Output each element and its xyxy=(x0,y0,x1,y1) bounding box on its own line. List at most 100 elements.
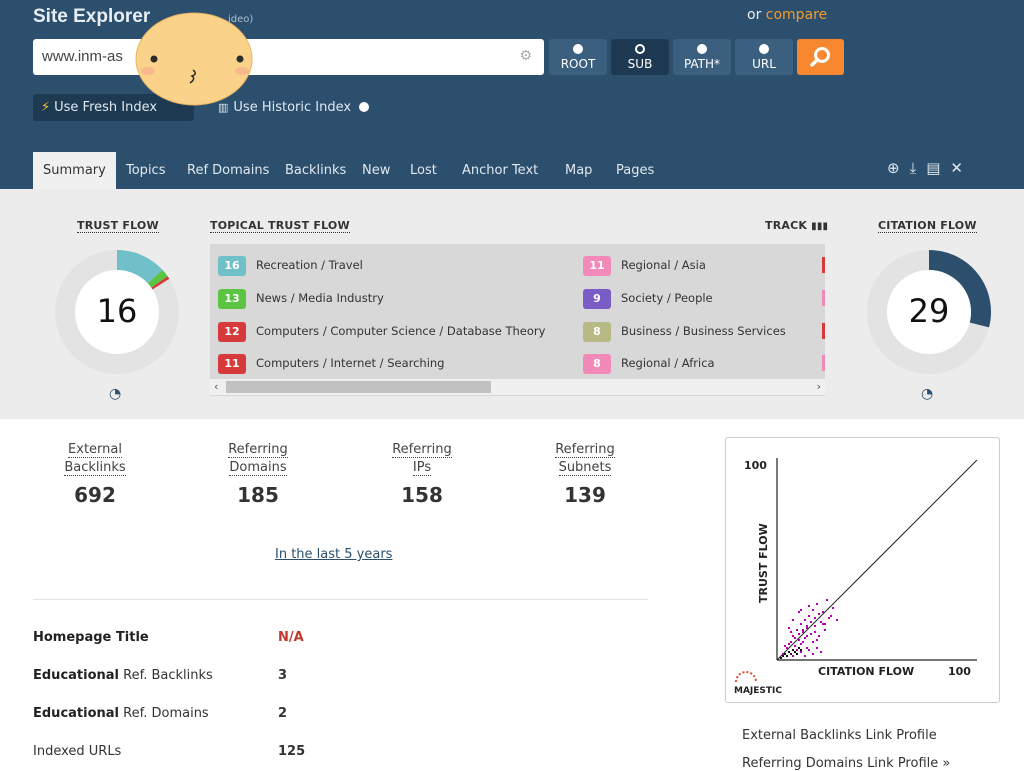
scope-root-button[interactable]: ROOT xyxy=(549,39,607,75)
scatter-point xyxy=(790,641,792,643)
gear-icon[interactable]: ⚙ xyxy=(519,48,532,64)
scatter-point xyxy=(786,655,788,657)
radio-icon xyxy=(359,102,370,112)
horizontal-scrollbar[interactable]: ‹ › xyxy=(210,379,825,395)
report-icon[interactable]: ▤ xyxy=(926,159,940,177)
y-tick-label: 100 xyxy=(744,459,767,472)
page-title: Site Explorer xyxy=(33,6,151,27)
scatter-point xyxy=(812,653,814,655)
track-label[interactable]: TRACK ▮▮▮ xyxy=(765,219,828,232)
tab-anchor-text[interactable]: Anchor Text xyxy=(462,152,538,189)
scatter-point xyxy=(780,657,782,659)
history-icon[interactable]: ◔ xyxy=(921,386,933,402)
stat-referring-ips[interactable]: Referring IPs 158 xyxy=(367,441,477,507)
scatter-point xyxy=(798,611,800,613)
topic-name: Society / People xyxy=(621,291,713,305)
flow-metrics-scatter: 100 100 CITATION FLOW TRUST FLOW MAJESTI… xyxy=(734,458,978,696)
topic-item[interactable]: 11 Computers / Internet / Searching xyxy=(218,353,445,374)
site-explorer-header: Site Explorer ideo) or compare www.inm-a… xyxy=(0,0,1024,189)
tab-ref-domains[interactable]: Ref Domains xyxy=(187,152,269,189)
tab-map[interactable]: Map xyxy=(565,152,592,189)
topic-overflow-marker xyxy=(822,290,825,306)
scatter-point xyxy=(816,647,818,649)
scroll-left-icon[interactable]: ‹ xyxy=(214,380,218,393)
stat-label-line1: External xyxy=(68,442,122,458)
tools-icon[interactable]: ✕ xyxy=(950,159,963,177)
track-text: TRACK xyxy=(765,219,808,232)
scatter-point xyxy=(830,615,832,617)
topic-item[interactable]: 13 News / Media Industry xyxy=(218,288,384,309)
tab-new[interactable]: New xyxy=(362,152,390,189)
scope-label: ROOT xyxy=(560,57,596,71)
trust-flow-label[interactable]: TRUST FLOW xyxy=(77,219,159,233)
topical-trust-flow-list: 16 Recreation / Travel 13 News / Media Ind… xyxy=(210,244,825,396)
info-row-indexed-urls: Indexed URLs xyxy=(33,744,121,759)
or-text: or xyxy=(747,7,766,23)
scatter-point xyxy=(796,629,798,631)
scope-sub-button[interactable]: SUB xyxy=(611,39,669,75)
stat-referring-domains[interactable]: Referring Domains 185 xyxy=(203,441,313,507)
scatter-point xyxy=(814,625,816,627)
info-row-edu-backlinks: Educational Ref. Backlinks xyxy=(33,668,213,683)
tab-lost[interactable]: Lost xyxy=(410,152,437,189)
search-value[interactable]: www.inm-as xyxy=(42,48,123,65)
topic-score: 9 xyxy=(583,289,611,309)
scroll-right-icon[interactable]: › xyxy=(817,380,821,393)
topic-item[interactable]: 8 Business / Business Services xyxy=(583,321,786,342)
history-icon[interactable]: ◔ xyxy=(109,386,121,402)
topic-score: 8 xyxy=(583,322,611,342)
scatter-point xyxy=(796,649,798,651)
stat-label: External Backlinks xyxy=(40,441,150,477)
external-backlinks-profile-link[interactable]: External Backlinks Link Profile xyxy=(742,728,937,743)
stat-label-line2: Domains xyxy=(229,460,287,476)
topic-name: Regional / Asia xyxy=(621,258,706,272)
topical-trust-flow-label[interactable]: TOPICAL TRUST FLOW xyxy=(210,219,350,233)
scope-url-button[interactable]: URL xyxy=(735,39,793,75)
info-value: N/A xyxy=(278,630,304,645)
stat-external-backlinks[interactable]: External Backlinks 692 xyxy=(40,441,150,507)
topic-item[interactable]: 8 Regional / Africa xyxy=(583,353,715,374)
trust-flow-value: 16 xyxy=(96,292,138,330)
tab-backlinks[interactable]: Backlinks xyxy=(285,152,346,189)
flow-metrics-chart[interactable]: 100 100 CITATION FLOW TRUST FLOW MAJESTI… xyxy=(725,437,1000,703)
tab-topics[interactable]: Topics xyxy=(126,152,165,189)
topic-item[interactable]: 12 Computers / Computer Science / Databas… xyxy=(218,321,545,342)
tab-pages[interactable]: Pages xyxy=(616,152,654,189)
topic-item[interactable]: 11 Regional / Asia xyxy=(583,255,706,276)
search-input[interactable]: www.inm-as ⚙ xyxy=(33,39,544,75)
topic-item[interactable]: 9 Society / People xyxy=(583,288,713,309)
tab-summary[interactable]: Summary xyxy=(33,152,116,189)
citation-flow-label[interactable]: CITATION FLOW xyxy=(878,219,977,233)
info-label-bold: Homepage Title xyxy=(33,630,149,645)
radio-icon xyxy=(635,44,645,54)
topic-overflow-marker xyxy=(822,355,825,371)
stat-label-line2: IPs xyxy=(412,460,432,476)
stat-value: 185 xyxy=(237,483,279,507)
info-row-edu-domains: Educational Ref. Domains xyxy=(33,706,209,721)
search-button[interactable] xyxy=(797,39,844,75)
scatter-point xyxy=(790,631,792,633)
last-5-years-link[interactable]: In the last 5 years xyxy=(275,547,392,562)
radio-icon xyxy=(759,44,769,54)
topic-score: 8 xyxy=(583,354,611,374)
download-icon[interactable]: ⤓ xyxy=(910,159,917,177)
topic-name: News / Media Industry xyxy=(256,291,384,305)
scatter-point xyxy=(806,635,808,637)
stat-referring-subnets[interactable]: Referring Subnets 139 xyxy=(530,441,640,507)
scatter-point xyxy=(798,647,800,649)
toolbar-icons: ⊕ ⤓ ▤ ✕ xyxy=(887,159,973,177)
scatter-point xyxy=(786,647,788,649)
info-label-bold: Educational xyxy=(33,706,120,721)
scatter-point xyxy=(792,655,794,657)
scatter-point xyxy=(796,653,798,655)
scope-path-button[interactable]: PATH* xyxy=(673,39,731,75)
compare-link[interactable]: compare xyxy=(766,7,827,23)
stat-label-line2: Subnets xyxy=(558,460,612,476)
scope-label: URL xyxy=(752,57,776,71)
scatter-point xyxy=(826,599,828,601)
topic-item[interactable]: 16 Recreation / Travel xyxy=(218,255,363,276)
add-bucket-icon[interactable]: ⊕ xyxy=(887,159,900,177)
scatter-point xyxy=(808,615,810,617)
scatter-point xyxy=(816,639,818,641)
scroll-thumb[interactable] xyxy=(226,381,491,393)
